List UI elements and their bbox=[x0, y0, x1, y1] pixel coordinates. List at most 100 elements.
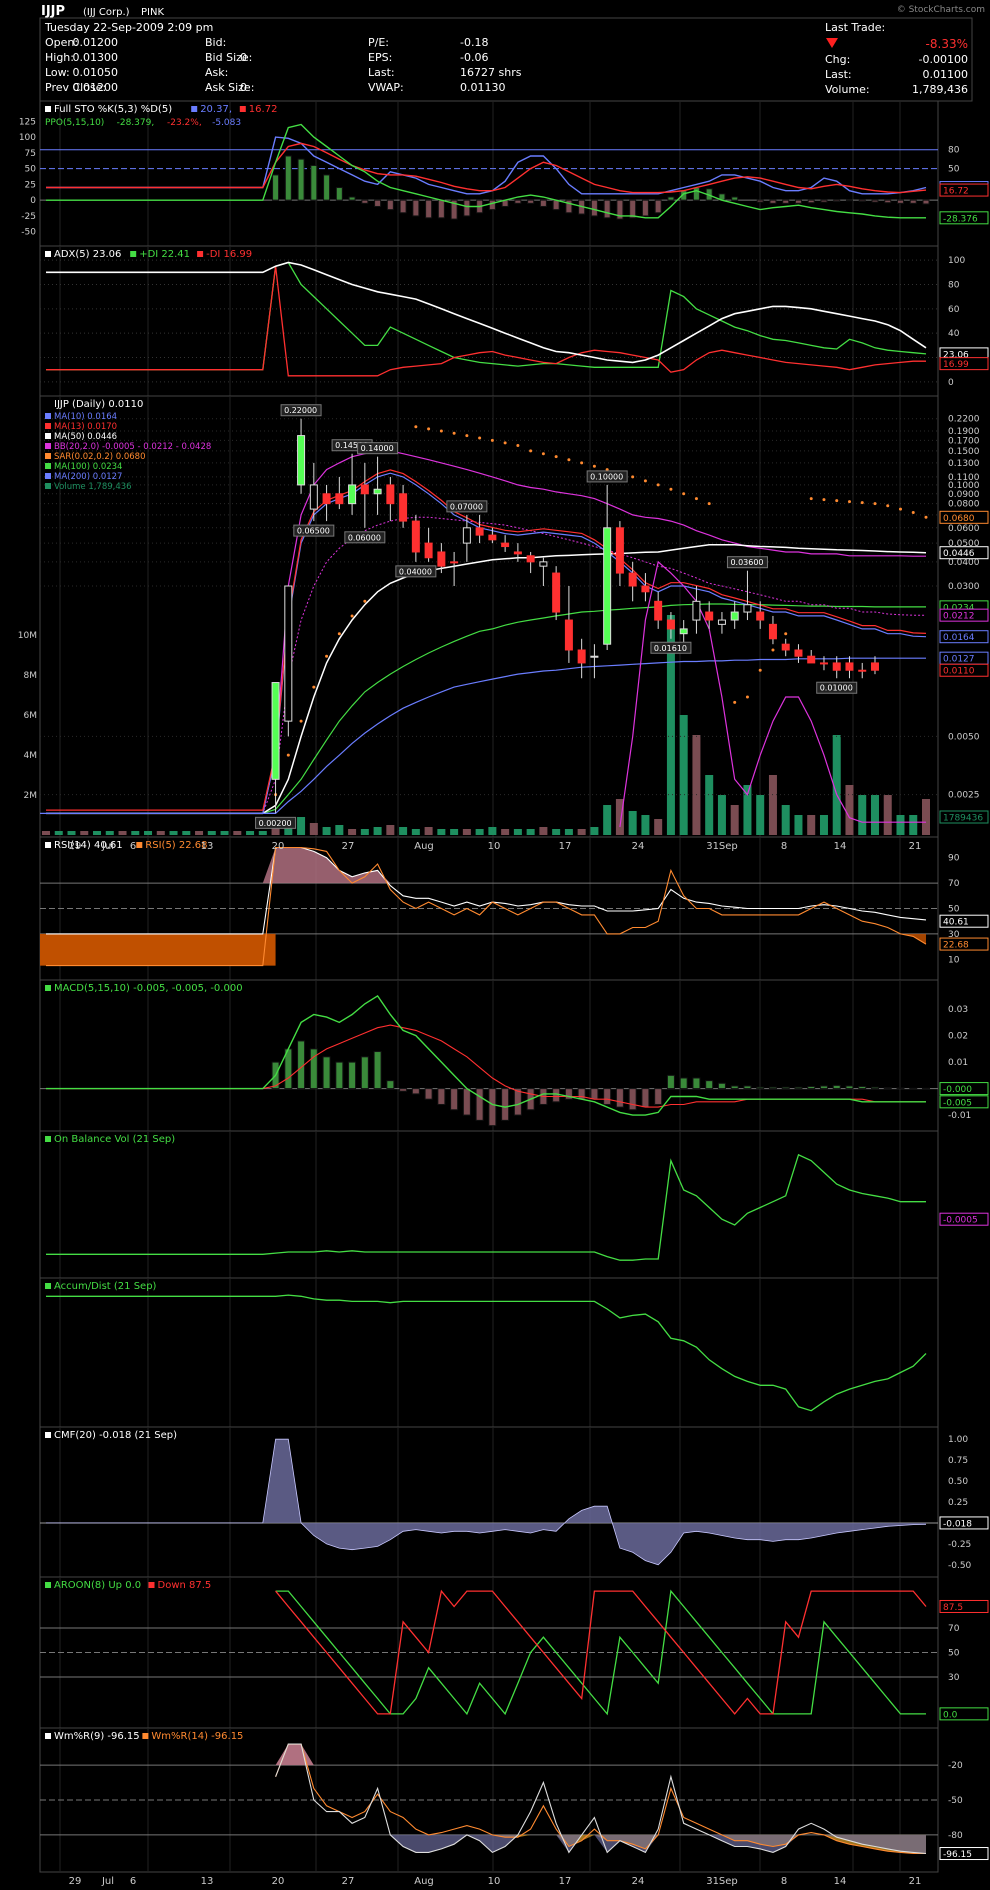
sar-dot bbox=[439, 429, 443, 433]
legend-text: MA(13) 0.0170 bbox=[54, 422, 117, 432]
ppo-histogram-bar bbox=[412, 199, 420, 217]
volume-bar bbox=[654, 819, 663, 835]
macd-histogram-bar bbox=[590, 1088, 599, 1100]
sar-dot bbox=[707, 502, 711, 506]
price-annotation: 0.22000 bbox=[284, 406, 317, 415]
macd-histogram-bar bbox=[743, 1085, 752, 1090]
ppo-histogram-bar bbox=[845, 199, 853, 202]
last-label: Last: bbox=[825, 68, 852, 81]
legend-text: Volume 1,789,436 bbox=[54, 482, 132, 492]
volume-bar bbox=[437, 829, 446, 835]
ppo-histogram-bar bbox=[374, 199, 382, 207]
volume-bar bbox=[399, 827, 408, 835]
legend-swatch bbox=[45, 433, 51, 439]
volume-bar bbox=[628, 811, 637, 835]
legend-text: MACD(5,15,10) -0.005, -0.005, -0.000 bbox=[54, 983, 243, 994]
quote-label: High: bbox=[45, 51, 74, 64]
macd-histogram-bar bbox=[615, 1088, 624, 1108]
quote-label: P/E: bbox=[368, 36, 389, 49]
legend-swatch bbox=[45, 463, 51, 469]
sar-dot bbox=[503, 441, 507, 445]
ppo-histogram-bar bbox=[527, 199, 535, 204]
candle-body bbox=[373, 488, 382, 495]
candle-body bbox=[692, 600, 701, 621]
sar-dot bbox=[784, 632, 788, 636]
axis-tick-label: 50 bbox=[948, 165, 960, 175]
axis-tick-label: 0.0050 bbox=[948, 732, 980, 742]
sar-dot bbox=[554, 455, 558, 459]
volume-bar bbox=[756, 795, 765, 835]
value-label: 22.68 bbox=[943, 941, 969, 951]
legend-swatch bbox=[142, 1733, 149, 1739]
x-tick-label: 14 bbox=[834, 841, 847, 852]
candle-body bbox=[603, 527, 612, 645]
axis-tick-label: -0.25 bbox=[948, 1540, 971, 1550]
volume-bar bbox=[870, 795, 879, 835]
volume-tick-label: 8M bbox=[24, 671, 38, 681]
value-label: 87.5 bbox=[943, 1603, 963, 1613]
value-label: 1789436 bbox=[943, 814, 983, 824]
candle-body bbox=[284, 585, 293, 722]
sar-dot bbox=[682, 492, 686, 496]
candle-body bbox=[756, 611, 765, 621]
value-label: 16.99 bbox=[943, 360, 969, 370]
macd-histogram-bar bbox=[756, 1086, 765, 1090]
candle-body bbox=[679, 628, 688, 635]
ppo-histogram-bar bbox=[641, 199, 649, 217]
axis-tick-label: 0.01 bbox=[948, 1058, 968, 1068]
x-tick-label: 8 bbox=[781, 841, 787, 852]
axis-tick-label: 40 bbox=[948, 329, 960, 339]
macd-histogram-bar bbox=[819, 1085, 828, 1090]
value-label: -96.15 bbox=[943, 1850, 972, 1860]
axis-tick-label: 0.75 bbox=[948, 1456, 968, 1466]
price-annotation: 0.04000 bbox=[399, 567, 432, 576]
last-value: 0.01100 bbox=[923, 68, 969, 81]
x-tick-label: Aug bbox=[414, 841, 434, 852]
macd-histogram-bar bbox=[717, 1082, 726, 1090]
axis-tick-label: 0.0800 bbox=[948, 500, 980, 510]
ppo-histogram-bar bbox=[858, 199, 866, 202]
price-annotation: 0.07000 bbox=[450, 502, 483, 511]
volume-bar bbox=[883, 795, 892, 835]
legend-text: ADX(5) 23.06 bbox=[54, 249, 121, 260]
legend-swatch bbox=[45, 1136, 51, 1142]
x-tick-label: 27 bbox=[342, 1876, 355, 1887]
macd-histogram-bar bbox=[373, 1051, 382, 1090]
sar-dot bbox=[860, 501, 864, 505]
axis-tick-label: 0.50 bbox=[948, 1477, 968, 1487]
ppo-histogram-bar bbox=[310, 164, 318, 201]
legend-swatch bbox=[191, 106, 198, 112]
legend-swatch bbox=[45, 1733, 51, 1739]
macd-histogram-bar bbox=[781, 1086, 790, 1090]
axis-tick-label: 10 bbox=[948, 955, 960, 965]
sar-dot bbox=[427, 427, 431, 431]
price-annotation: 0.00200 bbox=[259, 819, 292, 828]
sar-dot bbox=[452, 431, 456, 435]
volume-bar bbox=[705, 775, 714, 835]
volume-bar bbox=[475, 829, 484, 835]
ppo-histogram-bar bbox=[871, 199, 879, 203]
candle-body bbox=[386, 484, 395, 505]
sar-dot bbox=[631, 475, 635, 479]
candle-body bbox=[488, 534, 497, 541]
macd-histogram-bar bbox=[450, 1088, 459, 1111]
value-label: 0.0446 bbox=[943, 549, 975, 559]
legend-text: Wm%R(14) -96.15 bbox=[151, 1731, 243, 1742]
axis-tick-label: 0.1500 bbox=[948, 447, 980, 457]
macd-histogram-bar bbox=[577, 1088, 586, 1100]
sar-dot bbox=[771, 648, 775, 652]
legend-text: SAR(0.02,0.2) 0.0680 bbox=[54, 452, 146, 462]
candle-body bbox=[768, 623, 777, 640]
sar-dot bbox=[898, 507, 902, 511]
quote-value: 0.01050 bbox=[73, 66, 119, 79]
sar-dot bbox=[758, 668, 762, 672]
ppo-histogram-bar bbox=[756, 199, 764, 203]
sar-dot bbox=[337, 632, 341, 636]
ppo-histogram-bar bbox=[323, 174, 331, 201]
macd-histogram-bar bbox=[641, 1088, 650, 1108]
quote-value: 16727 shrs bbox=[460, 66, 522, 79]
volume-bar bbox=[462, 829, 471, 835]
macd-histogram-bar bbox=[654, 1088, 663, 1105]
volume-bar bbox=[373, 827, 382, 835]
sar-dot bbox=[478, 436, 482, 440]
